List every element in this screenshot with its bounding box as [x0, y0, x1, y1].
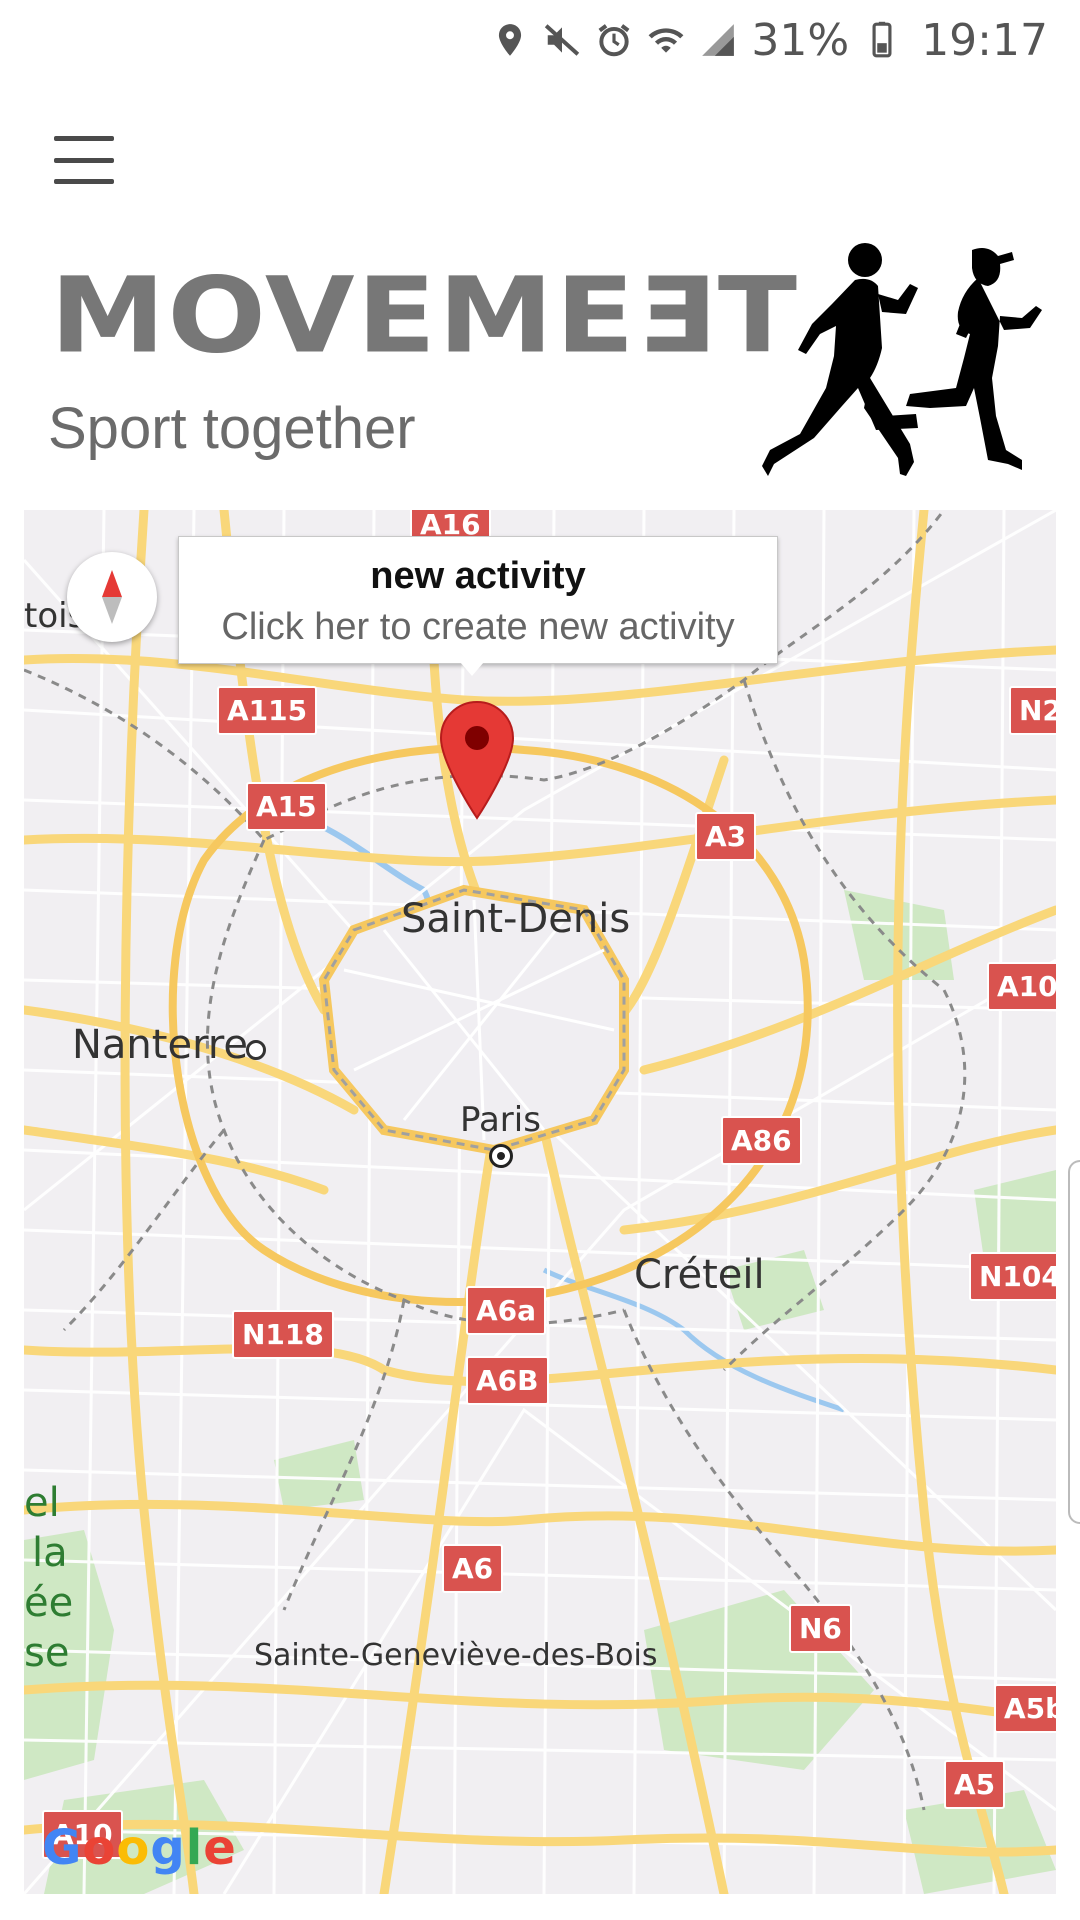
city-label-edge-2: la: [32, 1530, 68, 1576]
road-shield-a5: A5: [944, 1760, 1006, 1809]
road-shield-n2: N2: [1009, 686, 1056, 735]
city-label-edge-3: ée: [24, 1580, 74, 1626]
road-shield-a86: A86: [721, 1116, 802, 1165]
location-icon: [499, 24, 522, 56]
city-label-creteil: Créteil: [634, 1252, 765, 1298]
mute-icon: [545, 24, 580, 56]
info-window-title: new activity: [370, 555, 586, 597]
map-view[interactable]: A16 A115 A15 N2 A3 A104 A86 N104 A6a A6B…: [24, 510, 1056, 1894]
info-window[interactable]: new activity Click her to create new act…: [178, 536, 778, 664]
road-shield-a115: A115: [217, 686, 318, 735]
city-label-edge-4: se: [24, 1630, 70, 1676]
road-shield-a15: A15: [246, 782, 327, 831]
road-shield-a5b: A5b: [994, 1684, 1056, 1733]
menu-line: [54, 136, 114, 141]
google-attribution-logo[interactable]: Google: [42, 1820, 237, 1876]
info-window-text: Click her to create new activity: [221, 606, 735, 648]
nanterre-dot: [246, 1040, 266, 1060]
status-bar: 31% 19:17: [0, 0, 1080, 80]
signal-icon: [702, 24, 735, 56]
road-shield-a3: A3: [695, 812, 757, 861]
road-shield-n104: N104: [969, 1252, 1056, 1301]
city-label-nanterre: Nanterre: [72, 1022, 248, 1068]
hamburger-menu-icon[interactable]: [44, 130, 124, 190]
compass-button[interactable]: [67, 552, 157, 642]
road-shield-a104: A104: [987, 962, 1056, 1011]
road-shield-n6: N6: [789, 1604, 852, 1653]
city-label-edge-1: el: [24, 1480, 60, 1526]
city-label-saint-denis: Saint-Denis: [401, 896, 631, 942]
clock: 19:17: [921, 14, 1048, 66]
paris-center-dot: [489, 1144, 513, 1168]
edge-panel-handle[interactable]: [1068, 1160, 1080, 1524]
road-shield-a6b: A6B: [466, 1356, 549, 1405]
info-window-tail: [460, 662, 484, 676]
map-roads: [24, 510, 1056, 1894]
map-marker-icon[interactable]: [439, 700, 515, 820]
runners-icon: [762, 243, 1042, 476]
wifi-icon: [648, 28, 684, 53]
road-shield-n118: N118: [232, 1310, 334, 1359]
menu-line: [54, 179, 114, 184]
app-tagline: Sport together: [48, 396, 416, 461]
road-shield-a6: A6: [442, 1544, 504, 1593]
battery-percent: 31%: [751, 14, 850, 66]
city-label-sainte-genevieve: Sainte-Geneviève-des-Bois: [254, 1638, 658, 1673]
battery-icon: [872, 21, 892, 58]
app-logo: MOVEMEƎT: [50, 255, 799, 377]
road-shield-a6a: A6a: [466, 1286, 547, 1335]
alarm-icon: [598, 24, 630, 57]
compass-icon: [102, 570, 122, 624]
menu-line: [54, 157, 114, 163]
city-label-paris: Paris: [460, 1100, 541, 1140]
